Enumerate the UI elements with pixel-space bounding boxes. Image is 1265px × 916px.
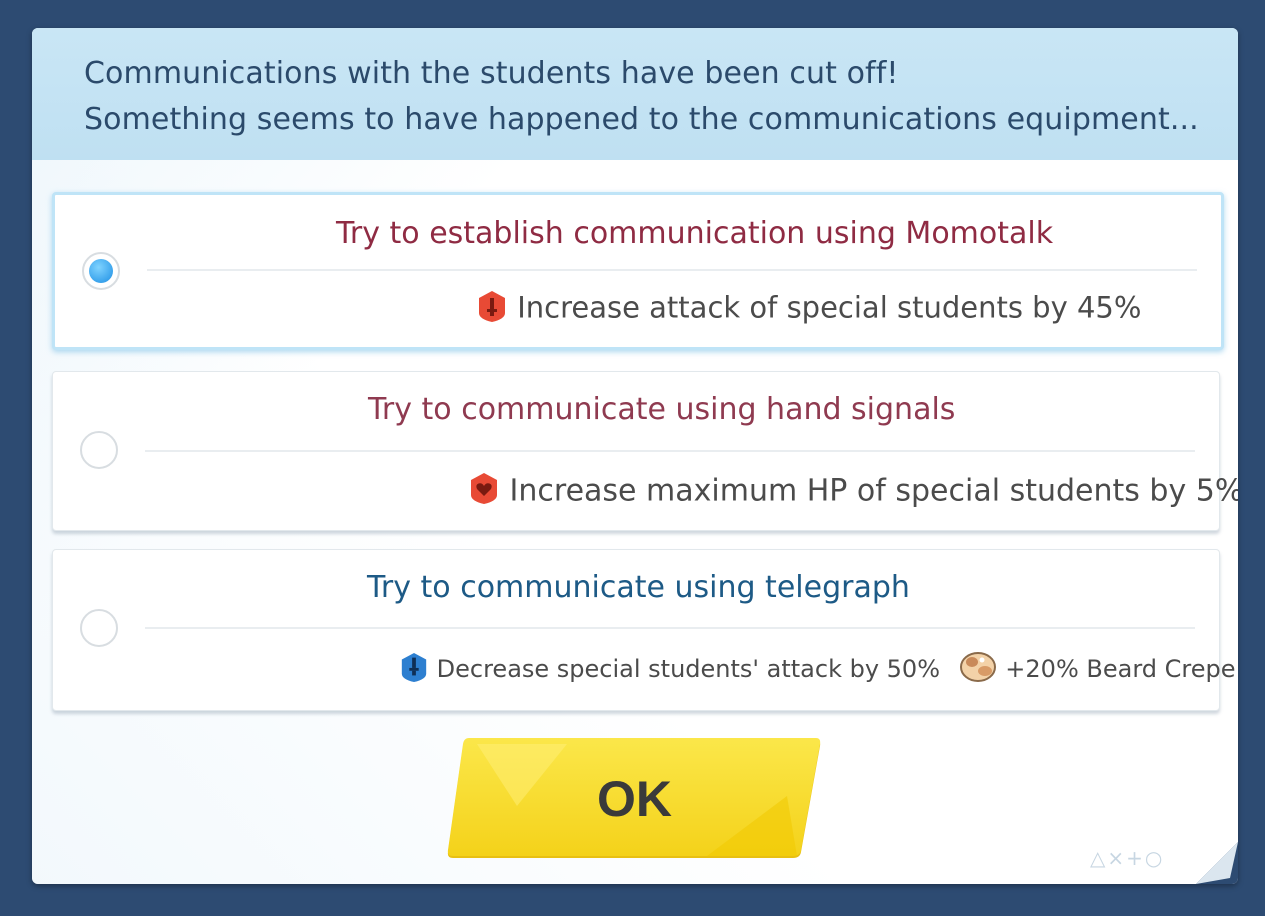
- radio-button-selected[interactable]: [82, 252, 120, 290]
- option-effect: Increase attack of special students by 4…: [476, 289, 1141, 330]
- effect-text: Increase attack of special students by 4…: [517, 290, 1142, 325]
- option-divider: [145, 627, 1195, 629]
- radio-button[interactable]: [80, 609, 118, 647]
- option-effect: Decrease special students' attack by 50%…: [399, 650, 1236, 690]
- effect-text: +20% Beard Crepe: [1005, 655, 1236, 683]
- attack-down-icon: [399, 651, 429, 689]
- dialog-header: Communications with the students have be…: [32, 28, 1238, 160]
- radio-button[interactable]: [80, 431, 118, 469]
- option-title: Try to establish communication using Mom…: [336, 216, 1054, 251]
- header-message-line-2: Something seems to have happened to the …: [84, 102, 1199, 137]
- choice-option-telegraph[interactable]: Try to communicate using telegraph Decre…: [52, 549, 1236, 711]
- option-divider: [145, 450, 1195, 452]
- attack-up-icon: [476, 289, 508, 330]
- choice-option-momotalk[interactable]: Try to establish communication using Mom…: [52, 192, 1224, 350]
- effect-text: Increase maximum HP of special students …: [509, 473, 1238, 509]
- hp-up-icon: [468, 471, 500, 513]
- option-title: Try to communicate using telegraph: [367, 570, 910, 605]
- header-message-line-1: Communications with the students have be…: [84, 56, 899, 91]
- beard-crepe-icon: [958, 650, 998, 690]
- event-choice-dialog: Communications with the students have be…: [32, 28, 1238, 884]
- ok-button[interactable]: OK: [447, 736, 822, 862]
- option-effect: Increase maximum HP of special students …: [468, 471, 1238, 513]
- page-curl-decoration: [1196, 842, 1238, 884]
- option-divider: [147, 269, 1197, 271]
- choice-option-hand-signals[interactable]: Try to communicate using hand signals In…: [52, 371, 1238, 531]
- ok-button-label: OK: [597, 771, 672, 827]
- radio-selected-dot: [89, 259, 113, 283]
- option-title: Try to communicate using hand signals: [368, 392, 956, 427]
- corner-decoration: △×+○: [1090, 846, 1165, 870]
- effect-text: Decrease special students' attack by 50%: [436, 655, 941, 683]
